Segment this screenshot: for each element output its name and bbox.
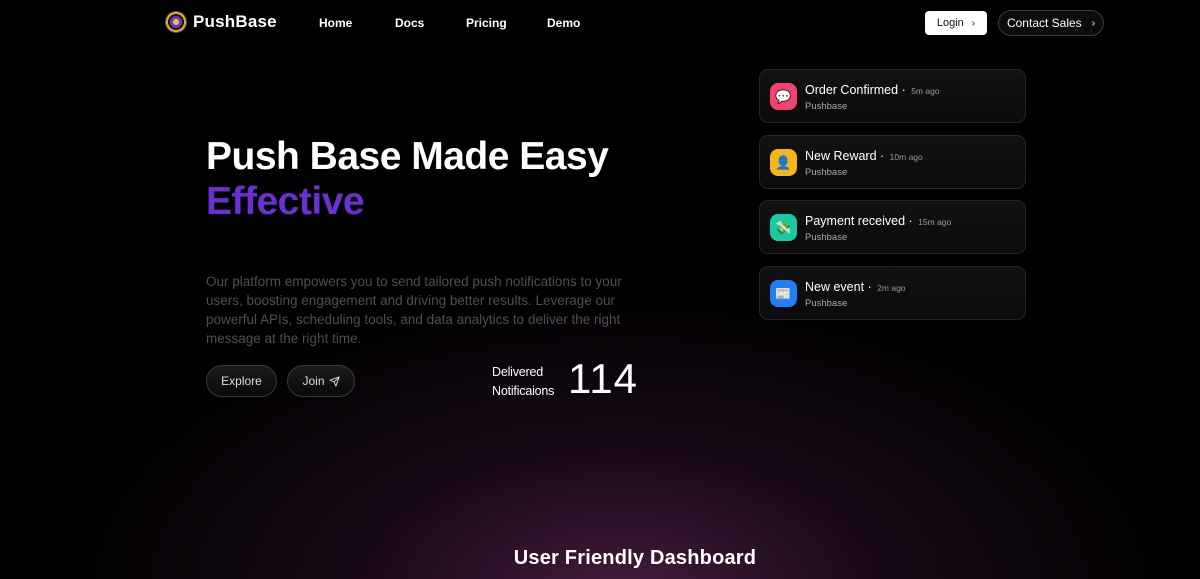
notification-time: 15m ago (918, 217, 952, 227)
notification-title: Payment received · 15m ago (805, 214, 952, 228)
hero-title-accent: Effective (206, 180, 365, 223)
notification-title: Order Confirmed · 5m ago (805, 83, 940, 97)
notification-source: Pushbase (805, 167, 848, 178)
notification-title: New event · 2m ago (805, 280, 906, 294)
delivered-label-line1: Delivered (492, 365, 544, 379)
news-icon: 📰 (770, 280, 797, 307)
notification-source: Pushbase (805, 298, 848, 309)
hero-description: Our platform empowers you to send tailor… (206, 274, 622, 346)
join-label: Join (302, 374, 325, 388)
join-button[interactable]: Join (287, 365, 355, 397)
delivered-label-line2: Notificaions (492, 384, 555, 398)
brand-name: PushBase (193, 12, 277, 31)
nav-link-docs[interactable]: Docs (395, 16, 424, 30)
notification-time: 2m ago (877, 283, 906, 293)
explore-button[interactable]: Explore (206, 365, 277, 397)
notification-card[interactable]: 📰 New event · 2m ago Pushbase (759, 266, 1026, 320)
chevron-right-icon: › (1091, 17, 1096, 29)
nav-link-home[interactable]: Home (319, 16, 352, 30)
nav-link-demo[interactable]: Demo (547, 16, 580, 30)
hero-title-main: Push Base Made Easy (206, 135, 609, 178)
login-button[interactable]: Login › (925, 11, 987, 35)
notification-card[interactable]: 💸 Payment received · 15m ago Pushbase (759, 200, 1026, 254)
notification-card[interactable]: 💬 Order Confirmed · 5m ago Pushbase (759, 69, 1026, 123)
user-icon: 👤 (770, 149, 797, 176)
explore-label: Explore (221, 374, 262, 388)
notification-time: 5m ago (911, 86, 940, 96)
contact-sales-label: Contact Sales (1006, 16, 1082, 30)
notification-title: New Reward · 10m ago (805, 149, 923, 163)
dashboard-section-title: User Friendly Dashboard (513, 547, 757, 569)
chat-bubble-icon: 💬 (770, 83, 797, 110)
hero-title: Push Base Made Easy Effective (206, 134, 609, 224)
send-icon (328, 375, 340, 387)
top-nav: PushBase Home Docs Pricing Demo Login › … (0, 0, 1200, 46)
notification-source: Pushbase (805, 101, 848, 112)
login-label: Login (936, 17, 964, 29)
chevron-right-icon: › (971, 17, 976, 29)
brand-logo[interactable]: PushBase (165, 11, 277, 33)
money-icon: 💸 (770, 214, 797, 241)
delivered-label: Delivered Notificaions (492, 363, 554, 401)
pushbase-logo-icon (165, 11, 187, 33)
delivered-count: 114 (568, 355, 638, 402)
nav-link-pricing[interactable]: Pricing (466, 16, 507, 30)
notification-card[interactable]: 👤 New Reward · 10m ago Pushbase (759, 135, 1026, 189)
notification-time: 10m ago (889, 152, 923, 162)
notification-source: Pushbase (805, 232, 848, 243)
contact-sales-button[interactable]: Contact Sales › (998, 10, 1104, 36)
